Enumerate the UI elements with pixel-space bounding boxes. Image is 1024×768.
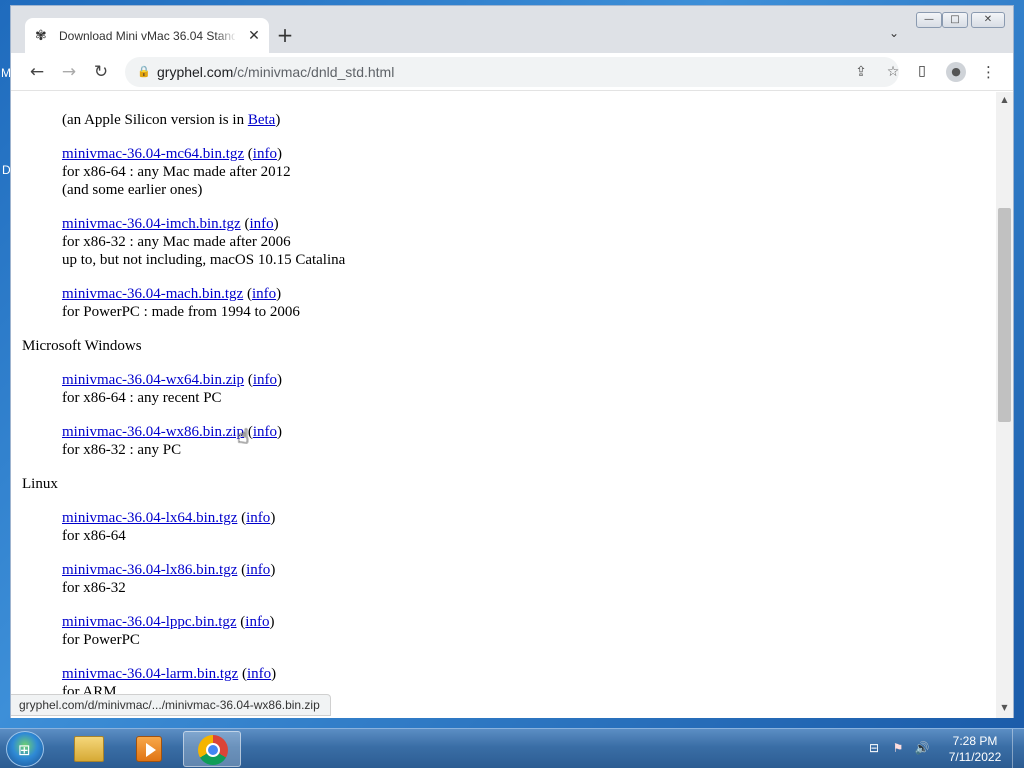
tab-active[interactable]: ✾ Download Mini vMac 36.04 Standard Vari… [25, 18, 269, 54]
tab-strip: ✾ Download Mini vMac 36.04 Standard Vari… [11, 6, 1013, 54]
close-window-button[interactable]: ✕ [971, 12, 1005, 28]
info-link-mc64[interactable]: info [253, 146, 277, 162]
url-path: /c/minivmac/dnld_std.html [233, 64, 395, 80]
chevron-down-icon[interactable]: ⌄ [884, 26, 904, 46]
folder-icon [74, 736, 104, 762]
apple-silicon-suffix: ) [275, 112, 281, 128]
item-desc: (and some earlier ones) [62, 182, 203, 198]
network-icon[interactable]: ⊟ [866, 740, 882, 756]
download-link-lx64[interactable]: minivmac-36.04-lx64.bin.tgz [62, 510, 237, 526]
windows-logo-icon: ⊞ [18, 741, 31, 759]
info-link-lppc[interactable]: info [245, 614, 269, 630]
download-link-imch[interactable]: minivmac-36.04-imch.bin.tgz [62, 216, 241, 232]
scrollbar-thumb[interactable] [998, 208, 1011, 422]
item-desc: for x86-64 : any Mac made after 2012 [62, 164, 291, 180]
action-center-flag-icon[interactable]: ⚑ [890, 740, 906, 756]
info-link-larm[interactable]: info [247, 666, 271, 682]
info-link-imch[interactable]: info [249, 216, 273, 232]
browser-toolbar: ← → ↻ 🔒 gryphel.com/c/minivmac/dnld_std.… [11, 53, 1013, 91]
vertical-scrollbar[interactable]: ▲ ▼ [996, 92, 1013, 718]
download-link-lx86[interactable]: minivmac-36.04-lx86.bin.tgz [62, 562, 237, 578]
item-desc: for x86-32 : any Mac made after 2006 [62, 234, 291, 250]
page-viewport: (an Apple Silicon version is in Beta) mi… [11, 92, 996, 718]
maximize-button[interactable]: □ [942, 12, 968, 28]
new-tab-button[interactable]: + [273, 24, 297, 48]
download-link-wx86[interactable]: minivmac-36.04-wx86.bin.zip [62, 424, 244, 440]
close-tab-icon[interactable]: ✕ [245, 27, 263, 45]
taskbar-chrome-button[interactable] [183, 731, 241, 767]
download-link-mach[interactable]: minivmac-36.04-mach.bin.tgz [62, 286, 243, 302]
clock-date: 7/11/2022 [948, 750, 1002, 764]
item-desc: for x86-32 [62, 580, 126, 596]
system-clock[interactable]: 7:28 PM 7/11/2022 [940, 733, 1010, 765]
share-icon[interactable]: ⇪ [851, 62, 871, 82]
item-desc: for x86-64 [62, 528, 126, 544]
section-heading-windows: Microsoft Windows [22, 338, 142, 354]
list-item-imch: minivmac-36.04-imch.bin.tgz (info) [62, 216, 279, 232]
address-bar[interactable]: 🔒 gryphel.com/c/minivmac/dnld_std.html ⇪… [125, 57, 899, 87]
side-panel-icon[interactable]: ▯ [913, 63, 931, 81]
list-item-mach: minivmac-36.04-mach.bin.tgz (info) [62, 286, 282, 302]
chrome-icon [198, 735, 228, 765]
tab-title: Download Mini vMac 36.04 Standard Variat… [59, 29, 235, 43]
minimize-button[interactable]: — [916, 12, 942, 28]
item-desc: for x86-32 : any PC [62, 442, 182, 458]
link-status-bubble: gryphel.com/d/minivmac/.../minivmac-36.0… [11, 694, 331, 716]
list-item-lx64: minivmac-36.04-lx64.bin.tgz (info) [62, 510, 276, 526]
info-link-lx86[interactable]: info [246, 562, 270, 578]
bookmark-star-icon[interactable]: ☆ [883, 62, 903, 82]
scroll-up-arrow-icon[interactable]: ▲ [996, 94, 1013, 106]
item-desc: up to, but not including, macOS 10.15 Ca… [62, 252, 346, 268]
download-link-lppc[interactable]: minivmac-36.04-lppc.bin.tgz [62, 614, 237, 630]
list-item-lx86: minivmac-36.04-lx86.bin.tgz (info) [62, 562, 276, 578]
forward-button[interactable]: → [57, 60, 81, 84]
info-link-lx64[interactable]: info [246, 510, 270, 526]
clock-time: 7:28 PM [952, 734, 998, 748]
reload-button[interactable]: ↻ [89, 60, 113, 84]
apple-silicon-prefix: (an Apple Silicon version is in [62, 112, 248, 128]
download-link-wx64[interactable]: minivmac-36.04-wx64.bin.zip [62, 372, 244, 388]
beta-link[interactable]: Beta [248, 112, 276, 128]
tab-title-fade [215, 26, 237, 46]
start-button[interactable]: ⊞ [6, 731, 44, 767]
volume-icon[interactable]: 🔊 [914, 740, 930, 756]
list-item-mc64: minivmac-36.04-mc64.bin.tgz (info) [62, 146, 282, 162]
hand-cursor-icon: ☝ [237, 424, 250, 448]
item-desc: for x86-64 : any recent PC [62, 390, 222, 406]
url-host: gryphel.com [157, 64, 234, 80]
browser-window: ✾ Download Mini vMac 36.04 Standard Vari… [10, 5, 1014, 718]
taskbar-explorer-button[interactable] [60, 731, 118, 767]
item-desc: for PowerPC [62, 632, 140, 648]
info-link-wx64[interactable]: info [253, 372, 277, 388]
list-item-wx64: minivmac-36.04-wx64.bin.zip (info) [62, 372, 282, 388]
url-text[interactable]: gryphel.com/c/minivmac/dnld_std.html [157, 64, 394, 80]
scroll-down-arrow-icon[interactable]: ▼ [996, 702, 1013, 714]
mini-vmac-icon: ✾ [35, 28, 47, 44]
download-link-mc64[interactable]: minivmac-36.04-mc64.bin.tgz [62, 146, 244, 162]
item-desc: for PowerPC : made from 1994 to 2006 [62, 304, 300, 320]
show-desktop-button[interactable] [1012, 729, 1024, 768]
info-link-mach[interactable]: info [252, 286, 276, 302]
media-player-icon [136, 736, 162, 762]
lock-icon[interactable]: 🔒 [137, 64, 151, 80]
apple-silicon-note: (an Apple Silicon version is in Beta) [62, 111, 280, 129]
back-button[interactable]: ← [25, 60, 49, 84]
taskbar-media-player-button[interactable] [120, 731, 178, 767]
section-heading-linux: Linux [22, 476, 58, 492]
profile-avatar-icon[interactable]: ● [946, 62, 966, 82]
taskbar: ⊞ ⊟ ⚑ 🔊 7:28 PM 7/11/2022 [0, 728, 1024, 768]
list-item-larm: minivmac-36.04-larm.bin.tgz (info) [62, 666, 277, 682]
download-link-larm[interactable]: minivmac-36.04-larm.bin.tgz [62, 666, 238, 682]
menu-dots-icon[interactable]: ⋮ [981, 62, 996, 82]
list-item-lppc: minivmac-36.04-lppc.bin.tgz (info) [62, 614, 275, 630]
